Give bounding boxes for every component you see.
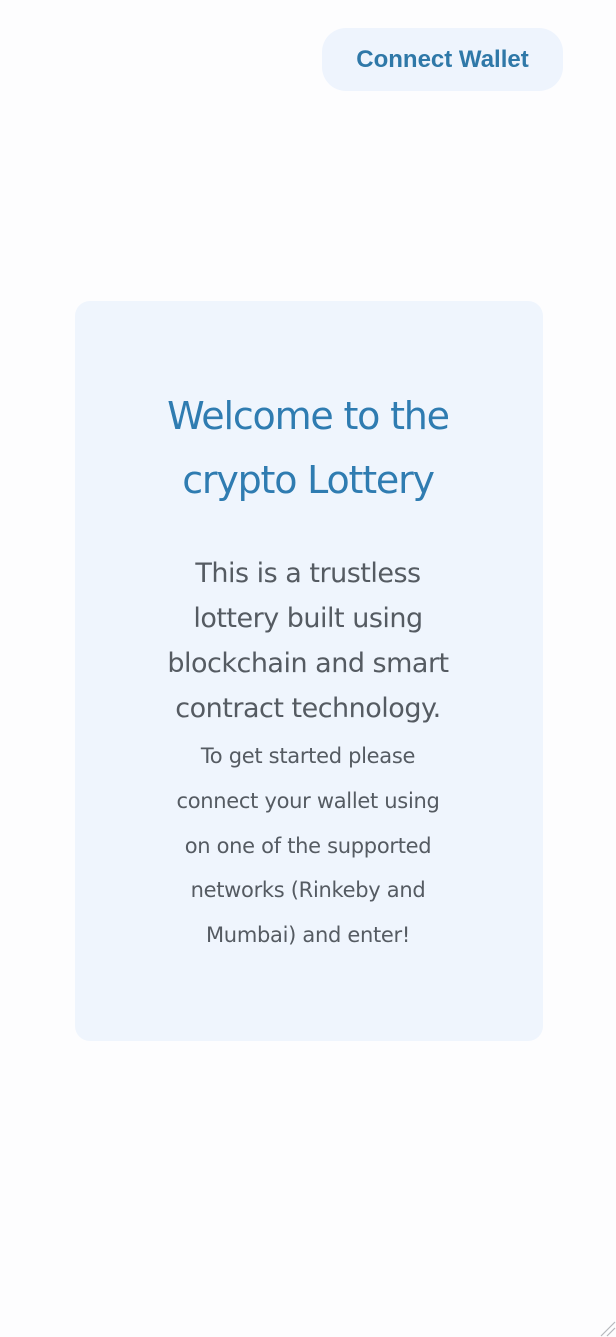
instructions-text: To get started please connect your walle… xyxy=(0,734,616,958)
welcome-title-line: crypto Lottery xyxy=(182,458,435,502)
instructions-text-line: networks (Rinkeby and xyxy=(190,878,426,903)
instructions-text-line: on one of the supported xyxy=(184,833,432,858)
intro-text-line: This is a trustless xyxy=(195,558,421,589)
intro-text: This is a trustless lottery built using … xyxy=(0,551,616,731)
instructions-text-line: Mumbai) and enter! xyxy=(205,923,410,948)
intro-text-line: lottery built using xyxy=(193,603,423,634)
resize-handle-icon[interactable] xyxy=(598,1319,616,1337)
welcome-title: Welcome to the crypto Lottery xyxy=(0,384,616,512)
welcome-title-line: Welcome to the xyxy=(167,394,450,438)
intro-text-line: contract technology. xyxy=(175,693,441,724)
intro-text-line: blockchain and smart xyxy=(167,648,449,679)
instructions-text-line: connect your wallet using xyxy=(176,788,440,813)
connect-wallet-button[interactable]: Connect Wallet xyxy=(322,28,563,91)
instructions-text-line: To get started please xyxy=(200,744,416,768)
